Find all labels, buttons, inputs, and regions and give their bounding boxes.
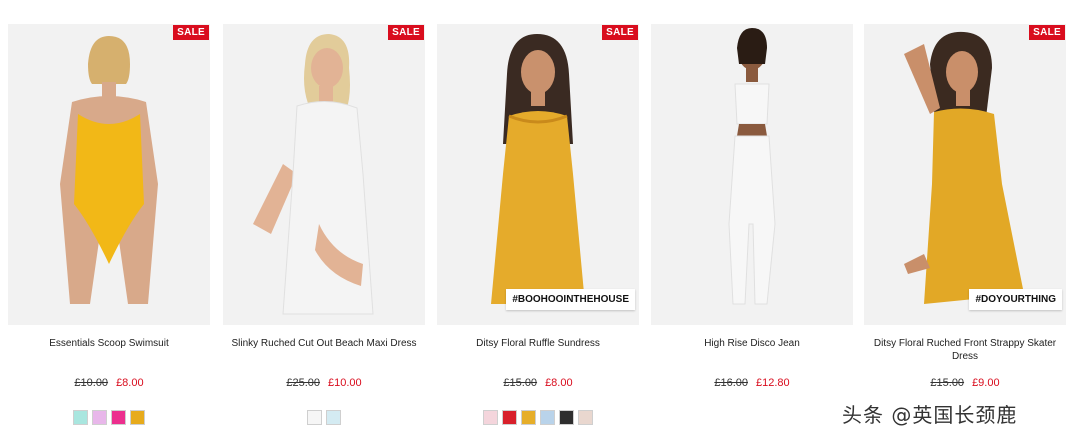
color-swatch[interactable] <box>111 410 126 425</box>
sale-price: £9.00 <box>972 377 1000 389</box>
product-price: £16.00 £12.80 <box>651 376 853 390</box>
color-swatch[interactable] <box>578 410 593 425</box>
sale-price: £12.80 <box>756 377 790 389</box>
product-image[interactable]: SALE #BOOHOOINTHEHOUSE <box>437 24 639 325</box>
product-name[interactable]: Slinky Ruched Cut Out Beach Maxi Dress <box>223 337 425 350</box>
color-swatch[interactable] <box>559 410 574 425</box>
product-image[interactable]: SALE #DOYOURTHING <box>864 24 1066 325</box>
model-figure <box>253 34 374 315</box>
product-price: £25.00 £10.00 <box>223 376 425 390</box>
color-swatch[interactable] <box>73 410 88 425</box>
product-name[interactable]: Ditsy Floral Ruffle Sundress <box>437 337 639 350</box>
original-price: £25.00 <box>286 377 320 389</box>
color-swatch[interactable] <box>502 410 517 425</box>
original-price: £15.00 <box>503 377 538 389</box>
product-card[interactable]: SALE Slinky Ruched Cut Out Beach Maxi Dr… <box>223 24 425 440</box>
sale-badge: SALE <box>173 25 209 40</box>
hashtag-label: #DOYOURTHING <box>969 289 1062 310</box>
sale-price: £8.00 <box>545 377 573 389</box>
color-swatch[interactable] <box>130 410 145 425</box>
color-swatch[interactable] <box>483 410 498 425</box>
original-price: £10.00 <box>74 377 109 389</box>
model-figure <box>728 28 776 305</box>
color-swatch[interactable] <box>326 410 341 425</box>
product-card[interactable]: SALE #BOOHOOINTHEHOUSE Ditsy Floral Ruff… <box>437 24 639 440</box>
sale-badge: SALE <box>1029 25 1065 40</box>
sale-price: £10.00 <box>328 377 362 389</box>
product-name[interactable]: Essentials Scoop Swimsuit <box>8 337 210 350</box>
original-price: £16.00 <box>714 377 748 389</box>
product-card[interactable]: SALE Essentials Scoop Swimsuit £10.00 £8.… <box>8 24 210 440</box>
color-swatch[interactable] <box>521 410 536 425</box>
product-price: £15.00 £8.00 <box>437 376 639 390</box>
color-swatches <box>223 410 425 425</box>
model-figure <box>491 34 585 304</box>
color-swatch[interactable] <box>92 410 107 425</box>
product-image[interactable]: SALE <box>8 24 210 325</box>
model-figure <box>904 31 1024 304</box>
watermark: 头条 @英国长颈鹿 <box>842 403 1018 427</box>
color-swatch[interactable] <box>307 410 322 425</box>
product-image[interactable] <box>651 24 853 325</box>
product-grid: SALE Essentials Scoop Swimsuit £10.00 £8.… <box>8 24 1074 440</box>
product-card[interactable]: High Rise Disco Jean £16.00 £12.80 <box>651 24 853 440</box>
product-image[interactable]: SALE <box>223 24 425 325</box>
color-swatches <box>8 410 210 425</box>
original-price: £15.00 <box>930 377 965 389</box>
sale-badge: SALE <box>602 25 638 40</box>
model-figure <box>60 36 158 304</box>
product-name[interactable]: Ditsy Floral Ruched Front Strappy Skater… <box>864 337 1066 363</box>
sale-badge: SALE <box>388 25 424 40</box>
hashtag-label: #BOOHOOINTHEHOUSE <box>506 289 635 310</box>
color-swatches <box>437 410 639 425</box>
product-card[interactable]: SALE #DOYOURTHING Ditsy Floral Ruched Fr… <box>864 24 1066 440</box>
product-name[interactable]: High Rise Disco Jean <box>651 337 853 350</box>
product-price: £10.00 £8.00 <box>8 376 210 390</box>
color-swatch[interactable] <box>540 410 555 425</box>
sale-price: £8.00 <box>116 377 144 389</box>
product-price: £15.00 £9.00 <box>864 376 1066 390</box>
